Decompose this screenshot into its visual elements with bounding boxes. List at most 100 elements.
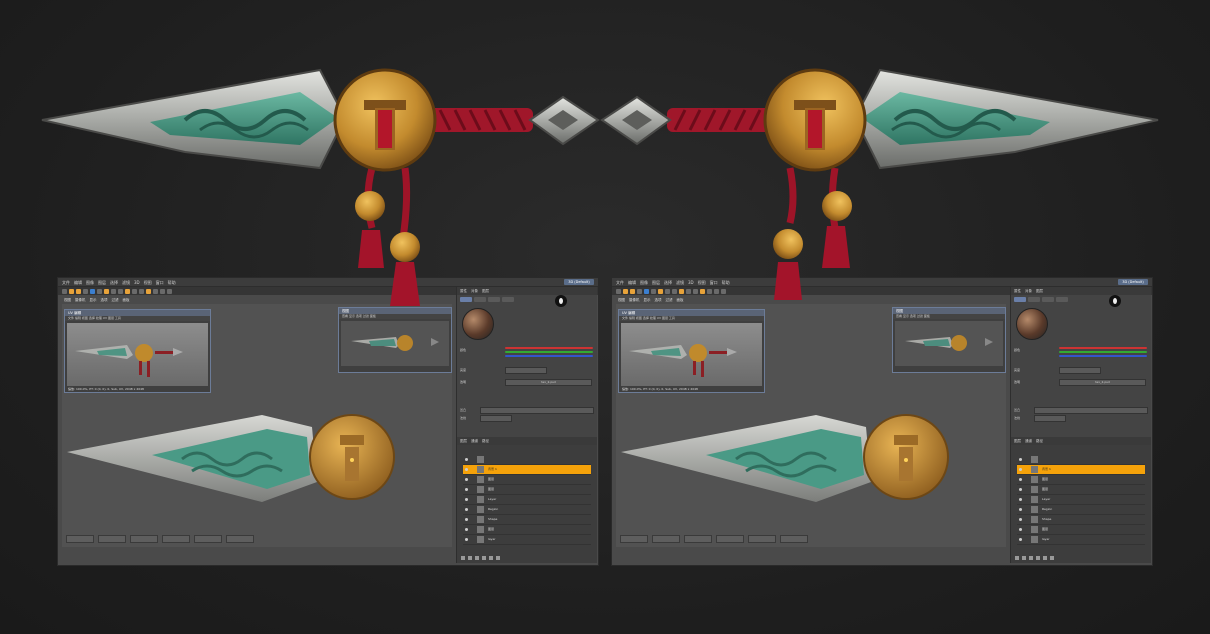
layers-tab[interactable]: 路径 xyxy=(1036,439,1043,444)
eye-icon[interactable] xyxy=(465,488,468,491)
menu-edit[interactable]: 编辑 xyxy=(74,278,82,286)
tool-button[interactable] xyxy=(707,288,712,294)
tool-button[interactable] xyxy=(83,288,88,294)
normal-field[interactable] xyxy=(1034,415,1066,422)
tool-button[interactable] xyxy=(132,288,137,294)
tool-button[interactable] xyxy=(125,288,130,294)
layout-selector[interactable]: 3D (Default) xyxy=(1118,279,1148,285)
eye-icon[interactable] xyxy=(465,468,468,471)
subwindow-menu[interactable]: 查看 显示 选项 过滤 面板 xyxy=(339,314,451,319)
tool-button[interactable] xyxy=(139,288,144,294)
preview-subwindow[interactable]: 视图 查看 显示 选项 过滤 面板 xyxy=(338,307,452,373)
viewport-tab[interactable]: 过滤 xyxy=(112,297,119,304)
brightness-field[interactable] xyxy=(505,367,547,374)
layer-row[interactable]: Region xyxy=(1017,505,1145,515)
menu-3d[interactable]: 3D xyxy=(688,278,694,286)
eye-icon[interactable] xyxy=(1019,498,1022,501)
viewport-tab[interactable]: 视图 xyxy=(64,297,71,304)
menu-select[interactable]: 选择 xyxy=(664,278,672,286)
timeline-control[interactable] xyxy=(684,535,712,543)
layer-row-selected[interactable]: 背景 1 xyxy=(463,465,591,475)
tool-button[interactable] xyxy=(721,288,726,294)
viewport-tab[interactable]: 显示 xyxy=(644,297,651,304)
round-action-button[interactable] xyxy=(1109,295,1121,307)
render-subwindow[interactable]: UV 编辑 文件 编辑 视图 选择 纹理 UV 图层 工具 缩放: 100.0%… xyxy=(64,309,211,393)
viewport-tab[interactable]: 摄像机 xyxy=(629,297,640,304)
viewport-tab[interactable]: 视图 xyxy=(618,297,625,304)
eye-icon[interactable] xyxy=(465,518,468,521)
brightness-field[interactable] xyxy=(1059,367,1101,374)
mask-icon[interactable] xyxy=(475,556,479,560)
layer-row[interactable]: Layer xyxy=(1017,495,1145,505)
layer-row[interactable]: 图层 xyxy=(463,485,591,495)
tool-button[interactable] xyxy=(679,288,684,294)
layout-selector[interactable]: 3D (Default) xyxy=(564,279,594,285)
tool-button[interactable] xyxy=(69,288,74,294)
layer-row[interactable]: 图层 xyxy=(463,525,591,535)
material-sphere[interactable] xyxy=(462,308,494,340)
layer-row[interactable]: Layer xyxy=(463,495,591,505)
render-subwindow[interactable]: UV 编辑 文件 编辑 视图 选择 纹理 UV 图层 工具 缩放: 100.0%… xyxy=(618,309,765,393)
panel-tab[interactable]: 属性 xyxy=(1014,289,1021,294)
eye-icon[interactable] xyxy=(465,508,468,511)
folder-icon[interactable] xyxy=(1036,556,1040,560)
menu-layer[interactable]: 图层 xyxy=(98,278,106,286)
eye-icon[interactable] xyxy=(1019,518,1022,521)
viewport-tab[interactable]: 选项 xyxy=(655,297,662,304)
menu-window[interactable]: 窗口 xyxy=(156,278,164,286)
tool-button[interactable] xyxy=(686,288,691,294)
timeline-control[interactable] xyxy=(620,535,648,543)
menu-view[interactable]: 视图 xyxy=(698,278,706,286)
panel-mini-tab[interactable] xyxy=(460,297,472,302)
panel-tab[interactable]: 图层 xyxy=(1036,289,1043,294)
layers-tab[interactable]: 图层 xyxy=(460,439,467,444)
tool-button[interactable] xyxy=(693,288,698,294)
menu-file[interactable]: 文件 xyxy=(616,278,624,286)
timeline-control[interactable] xyxy=(716,535,744,543)
panel-tab[interactable]: 属性 xyxy=(460,289,467,294)
menu-help[interactable]: 帮助 xyxy=(722,278,730,286)
panel-tab[interactable]: 图层 xyxy=(482,289,489,294)
tool-button[interactable] xyxy=(665,288,670,294)
eye-icon[interactable] xyxy=(465,528,468,531)
layer-row[interactable]: 图层 xyxy=(1017,525,1145,535)
layer-row[interactable]: Shape xyxy=(463,515,591,525)
layer-row[interactable]: 图层 xyxy=(1017,485,1145,495)
fx-icon[interactable] xyxy=(468,556,472,560)
blue-slider[interactable] xyxy=(505,355,593,357)
eye-icon[interactable] xyxy=(465,498,468,501)
eye-icon[interactable] xyxy=(465,538,468,541)
panel-mini-tab[interactable] xyxy=(1028,297,1040,302)
timeline-control[interactable] xyxy=(130,535,158,543)
timeline-control[interactable] xyxy=(66,535,94,543)
menu-edit[interactable]: 编辑 xyxy=(628,278,636,286)
fx-icon[interactable] xyxy=(1022,556,1026,560)
timeline-control[interactable] xyxy=(748,535,776,543)
panel-mini-tab[interactable] xyxy=(1056,297,1068,302)
panel-tab[interactable]: 对象 xyxy=(471,289,478,294)
eye-icon[interactable] xyxy=(465,458,468,461)
menu-image[interactable]: 图像 xyxy=(86,278,94,286)
layers-tab[interactable]: 通道 xyxy=(1025,439,1032,444)
timeline-control[interactable] xyxy=(780,535,808,543)
subwindow-menu[interactable]: 查看 显示 选项 过滤 面板 xyxy=(893,314,1005,319)
eye-icon[interactable] xyxy=(1019,528,1022,531)
tool-button[interactable] xyxy=(90,288,95,294)
tool-button[interactable] xyxy=(160,288,165,294)
menu-filter[interactable]: 滤镜 xyxy=(676,278,684,286)
layers-tab[interactable]: 通道 xyxy=(471,439,478,444)
menu-select[interactable]: 选择 xyxy=(110,278,118,286)
viewport-tab[interactable]: 选项 xyxy=(101,297,108,304)
eye-icon[interactable] xyxy=(465,478,468,481)
main-viewport[interactable]: 视图 摄像机 显示 选项 过滤 面板 UV 编辑 文件 编辑 视图 选择 纹理 … xyxy=(62,297,454,547)
layer-row[interactable]: Shape xyxy=(1017,515,1145,525)
viewport-tab[interactable]: 摄像机 xyxy=(75,297,86,304)
tool-button[interactable] xyxy=(97,288,102,294)
timeline-control[interactable] xyxy=(98,535,126,543)
viewport-tab[interactable]: 过滤 xyxy=(666,297,673,304)
normal-field[interactable] xyxy=(480,415,512,422)
layer-row[interactable] xyxy=(463,455,591,465)
tool-button[interactable] xyxy=(714,288,719,294)
eye-icon[interactable] xyxy=(1019,468,1022,471)
mask-icon[interactable] xyxy=(1029,556,1033,560)
